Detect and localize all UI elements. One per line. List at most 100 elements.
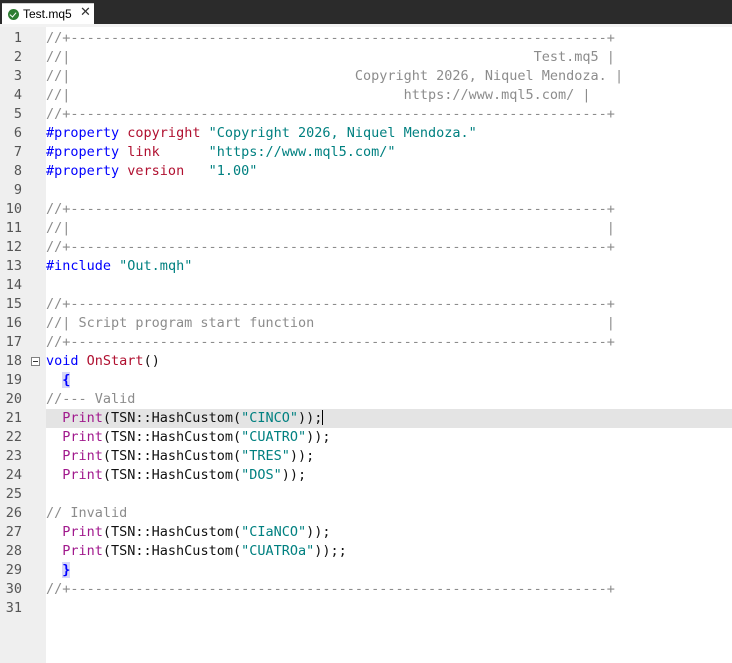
code-token: //+-------------------------------------… [46,201,615,217]
code-token: //| Script program start function | [46,315,615,331]
code-token: Print [62,448,103,464]
code-line[interactable]: } [46,561,732,580]
code-token: Print [62,467,103,483]
code-line-text: //| https://www.mql5.com/ | [46,86,591,105]
code-line[interactable]: //--- Valid [46,390,732,409]
code-token: version [127,163,185,179]
code-line[interactable]: Print(TSN::HashCustom("DOS")); [46,466,732,485]
code-token: //+-------------------------------------… [46,30,615,46]
code-token: // Invalid [46,505,128,521]
line-number: 5 [13,106,22,122]
code-token: { [62,372,71,388]
line-number: 7 [13,144,22,160]
code-line-text: Print(TSN::HashCustom("DOS")); [46,466,306,485]
code-line[interactable]: #include "Out.mqh" [46,257,732,276]
tab-test-mq5[interactable]: Test.mq5 ✕ [2,3,94,24]
code-token: } [62,562,71,578]
code-token: copyright [127,125,201,141]
code-token: "CIaNCO" [241,524,307,540]
code-line[interactable]: //+-------------------------------------… [46,333,732,352]
line-number: 15 [5,296,22,312]
code-token: #property [46,144,120,160]
code-line[interactable]: Print(TSN::HashCustom("TRES")); [46,447,732,466]
code-line[interactable]: { [46,371,732,390]
code-line[interactable] [46,181,732,200]
code-token: Print [62,410,103,426]
line-number: 11 [5,220,22,236]
code-line[interactable]: //| Test.mq5 | [46,48,732,67]
code-line[interactable]: // Invalid [46,504,732,523]
code-line[interactable] [46,485,732,504]
code-line[interactable] [46,599,732,618]
code-line[interactable]: //+-------------------------------------… [46,105,732,124]
code-line-text: Print(TSN::HashCustom("CUATRO")); [46,428,331,447]
code-token: (TSN::HashCustom( [102,543,242,559]
code-token: //| | [46,220,615,236]
code-token: //+-------------------------------------… [46,296,615,312]
code-area[interactable]: //+-------------------------------------… [46,27,732,663]
code-token: //+-------------------------------------… [46,334,615,350]
code-line[interactable]: #property copyright "Copyright 2026, Niq… [46,124,732,143]
code-line[interactable]: void OnStart() [46,352,732,371]
code-line-text: //| | [46,219,615,238]
line-number: 19 [5,372,22,388]
code-token: "TRES" [241,448,290,464]
code-line-text: Print(TSN::HashCustom("CUATROa"));; [46,542,346,561]
code-line[interactable]: Print(TSN::HashCustom("CINCO")); [46,409,732,428]
line-number: 12 [5,239,22,255]
code-line[interactable]: //| | [46,219,732,238]
code-token: )); [306,429,331,445]
code-line[interactable]: //| Script program start function | [46,314,732,333]
code-line[interactable]: Print(TSN::HashCustom("CIaNCO")); [46,523,732,542]
code-token: "DOS" [241,467,282,483]
code-line[interactable]: //+-------------------------------------… [46,200,732,219]
line-number: 31 [5,600,22,616]
code-token: #property [46,125,120,141]
code-line[interactable]: //+-------------------------------------… [46,29,732,48]
code-token: (TSN::HashCustom( [102,467,242,483]
code-line[interactable]: //+-------------------------------------… [46,238,732,257]
code-line[interactable] [46,276,732,295]
code-line[interactable]: //+-------------------------------------… [46,295,732,314]
code-token: link [127,144,160,160]
code-token: //| https://www.mql5.com/ | [46,87,591,103]
code-line[interactable]: #property version "1.00" [46,162,732,181]
code-line-text: //| Copyright 2026, Niquel Mendoza. | [46,67,623,86]
code-editor[interactable]: //+-------------------------------------… [0,24,732,663]
code-token: #include [46,258,112,274]
code-token: () [143,353,160,369]
line-number: 18 [5,353,22,369]
code-line-text: // Invalid [46,504,127,523]
code-line[interactable]: //| Copyright 2026, Niquel Mendoza. | [46,67,732,86]
line-number: 14 [5,277,22,293]
code-line-text: void OnStart() [46,352,160,371]
code-token: "https://www.mql5.com/" [208,144,396,160]
code-line[interactable]: Print(TSN::HashCustom("CUATROa"));; [46,542,732,561]
line-number: 27 [5,524,22,540]
collapse-icon[interactable] [31,357,40,366]
check-circle-icon [8,9,19,20]
code-token: //| Test.mq5 | [46,49,615,65]
line-number: 9 [13,182,22,198]
code-line[interactable]: //+-------------------------------------… [46,580,732,599]
code-token: //--- Valid [46,391,136,407]
code-token: #property [46,163,120,179]
code-token: Print [62,524,103,540]
code-line[interactable]: Print(TSN::HashCustom("CUATRO")); [46,428,732,447]
code-line[interactable]: //| https://www.mql5.com/ | [46,86,732,105]
line-number: 29 [5,562,22,578]
close-icon[interactable]: ✕ [80,5,91,20]
code-line-text: #property link "https://www.mql5.com/" [46,143,396,162]
line-number: 30 [5,581,22,597]
code-line[interactable]: #property link "https://www.mql5.com/" [46,143,732,162]
